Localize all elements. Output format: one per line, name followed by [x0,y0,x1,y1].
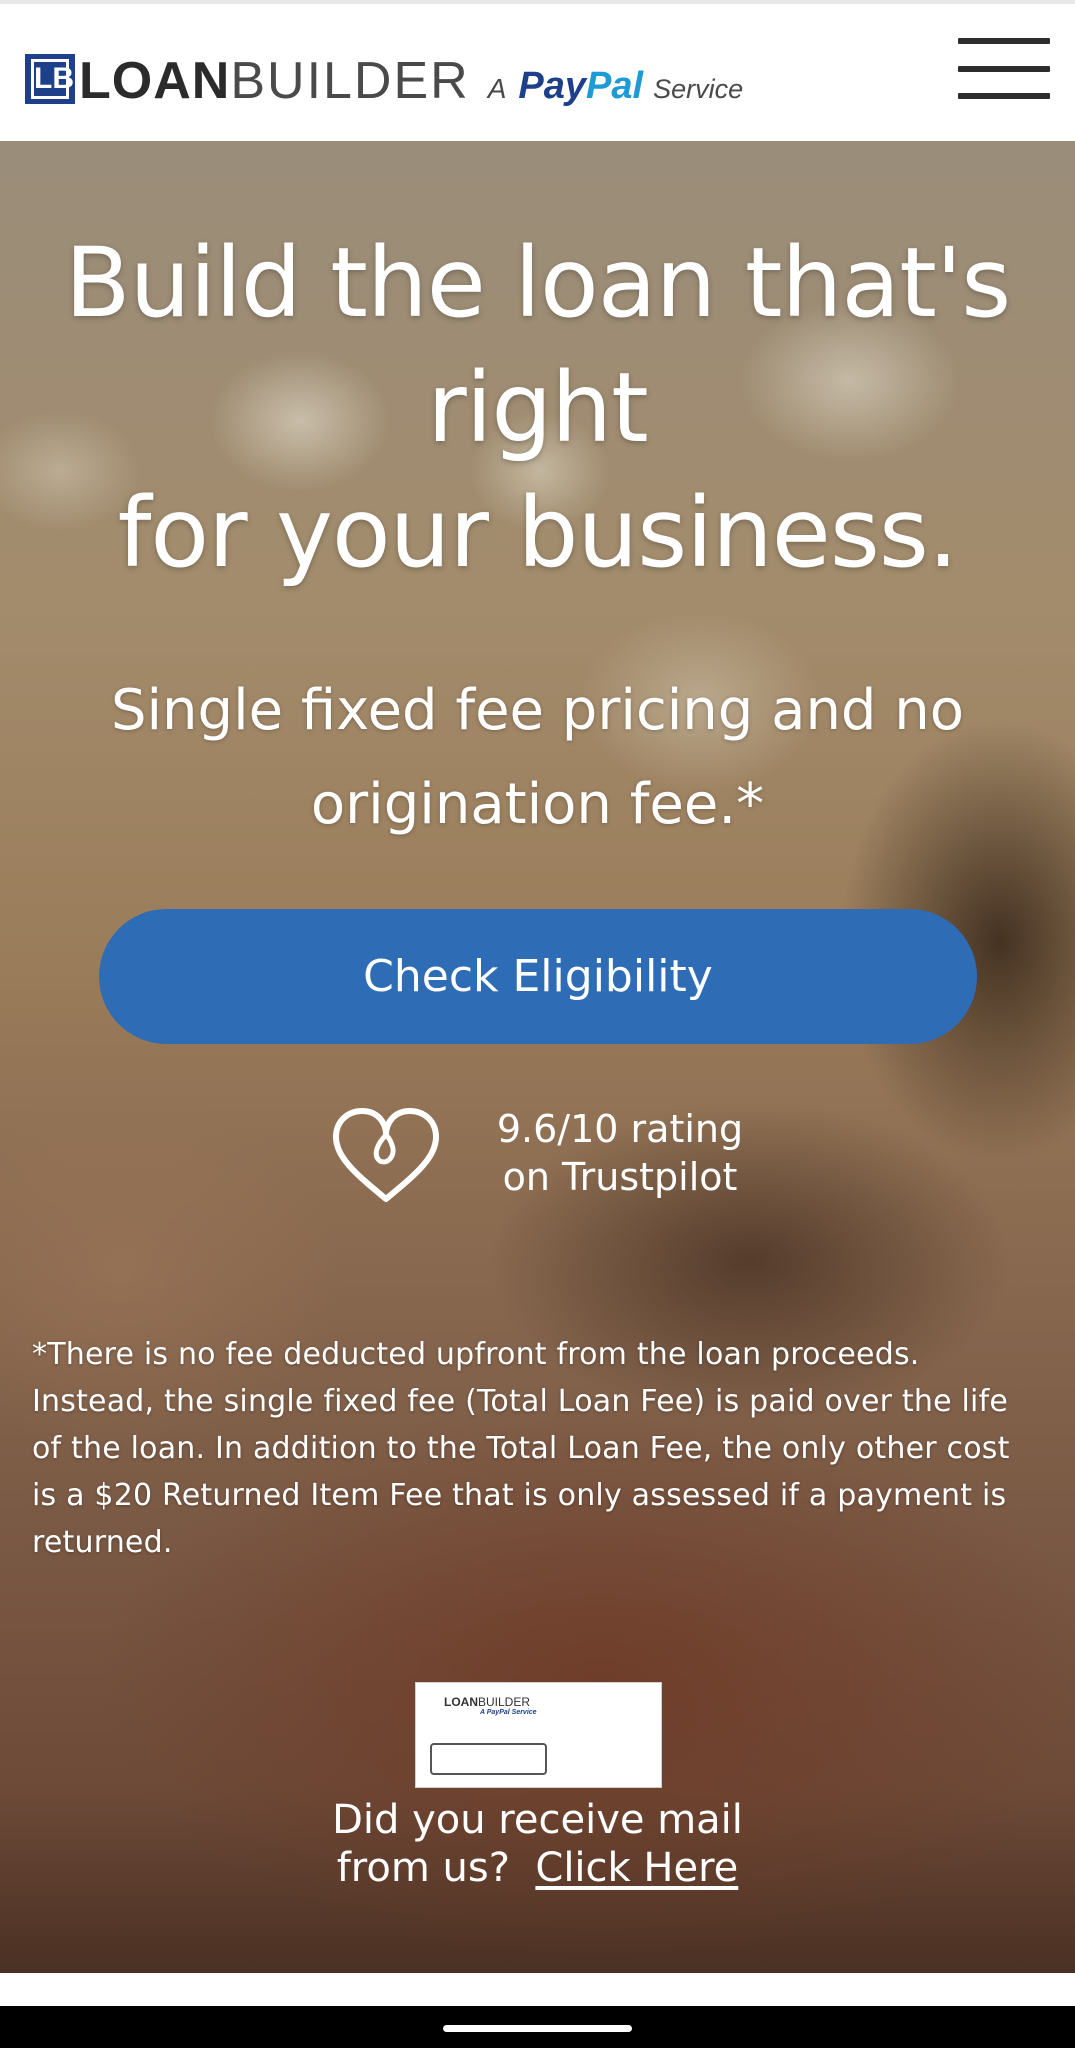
hero-title: Build the loan that's right for your bus… [40,221,1035,595]
mail-prompt-line-2: from us? Click Here [336,1845,739,1891]
lb-logo-mark-icon: LB [25,54,75,104]
envelope-window [430,1743,547,1775]
paypal-pal: Pal [586,65,644,107]
fee-disclaimer: *There is no fee deducted upfront from t… [32,1337,1010,1560]
mail-thumbnail-subbrand: A PayPal Service [480,1709,537,1716]
paypal-pay: Pay [518,65,587,107]
hamburger-menu-icon[interactable] [958,34,1052,104]
mail-prompt-line-1: Did you receive mail [332,1797,743,1843]
hero-title-line-2: right [427,351,649,464]
logo-service-text: Service [653,74,744,104]
loanbuilder-logo[interactable]: LB LOAN BUILDER A PayPal Service [25,48,744,109]
mail-prompt: Did you receive mail from us? Click Here [300,1796,775,1892]
rating-source: on Trustpilot [502,1155,738,1199]
logo-a-text: A [487,73,507,104]
home-gesture-handle[interactable] [443,2025,632,2032]
hero-title-line-3: for your business. [117,476,959,589]
heart-icon [333,1108,439,1202]
paypal-wordmark: PayPal [518,65,643,108]
click-here-link[interactable]: Click Here [535,1845,738,1891]
hero-title-line-1: Build the loan that's [64,227,1012,339]
menu-bar-bottom [958,93,1050,99]
logo-builder-text: BUILDER [230,52,470,110]
page-footer-strip [0,1973,1075,2006]
site-header: LB LOAN BUILDER A PayPal Service [0,0,1075,141]
check-eligibility-button[interactable]: Check Eligibility [99,909,977,1044]
mail-thumbnail-brand: LOANBUILDER [444,1695,531,1709]
trustpilot-rating: 9.6/10 rating on Trustpilot [330,1105,780,1215]
rating-score: 9.6/10 rating [496,1107,744,1151]
menu-bar-top [958,38,1050,44]
hero-section: Build the loan that's right for your bus… [0,141,1075,1973]
logo-loan-text: LOAN [79,52,231,110]
hero-subtitle: Single fixed fee pricing and no originat… [110,678,965,838]
rating-text: 9.6/10 rating on Trustpilot [470,1105,770,1201]
mail-thumbnail-image[interactable]: LOANBUILDER A PayPal Service [415,1682,662,1788]
menu-bar-middle [958,66,1050,72]
